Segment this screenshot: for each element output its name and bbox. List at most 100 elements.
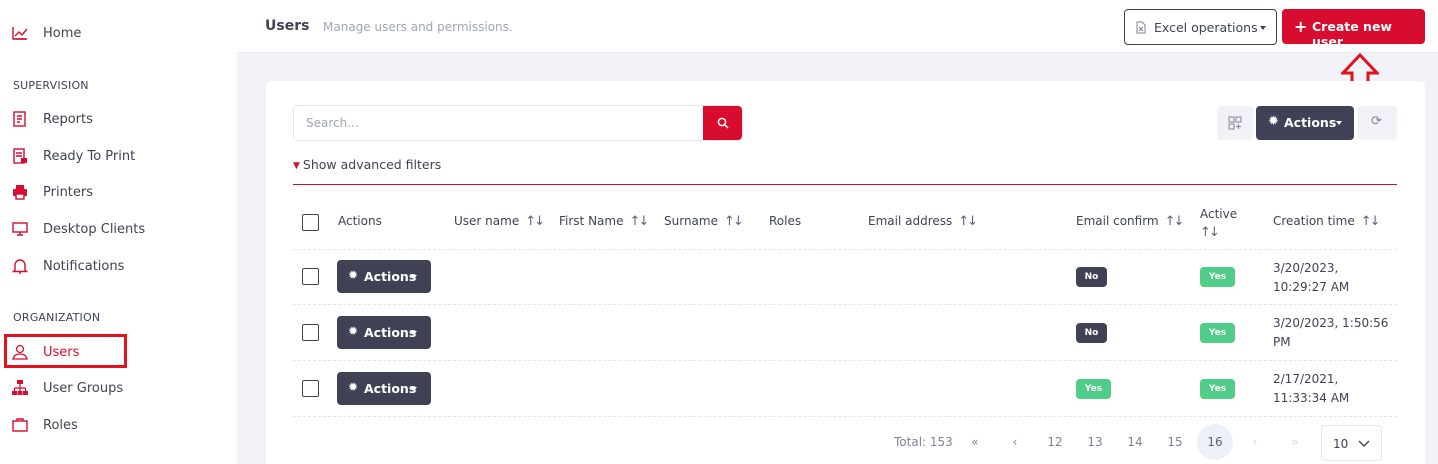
- column-header-roles: Roles: [769, 214, 801, 228]
- printer-icon: [13, 185, 27, 200]
- sort-icon: ↑↓: [1164, 214, 1185, 229]
- sidebar-item-desktop-clients[interactable]: Desktop Clients: [0, 213, 237, 245]
- bulk-actions-label: Actions: [1284, 115, 1337, 130]
- create-new-user-button[interactable]: + Create new user: [1282, 9, 1425, 49]
- active-badge: Yes: [1200, 379, 1235, 399]
- pagination-total: Total: 153: [894, 435, 953, 449]
- caret-down-icon: [1336, 121, 1342, 125]
- sort-icon: ↑↓: [958, 214, 978, 229]
- sidebar-item-label: Roles: [43, 417, 78, 433]
- chevron-down-icon: ▼: [293, 161, 300, 171]
- sidebar-item-home[interactable]: Home: [0, 17, 237, 49]
- divider: [293, 184, 1397, 185]
- sort-icon: ↑↓: [525, 214, 545, 229]
- row-actions-button[interactable]: ✹ Actions: [337, 260, 431, 293]
- gear-icon: ✹: [348, 324, 359, 338]
- column-header-actions: Actions: [338, 214, 382, 228]
- sidebar-item-label: Home: [43, 25, 82, 41]
- sidebar-item-label: Ready To Print: [43, 148, 136, 164]
- last-page-button[interactable]: »: [1277, 424, 1313, 460]
- caret-down-icon: [1260, 26, 1266, 30]
- sidebar-item-reports[interactable]: Reports: [0, 103, 237, 135]
- first-page-button[interactable]: «: [957, 424, 993, 460]
- column-header-creation-time[interactable]: Creation time ↑↓: [1273, 214, 1380, 229]
- column-header-label: Creation time: [1273, 214, 1355, 228]
- page-title: Users: [265, 18, 310, 34]
- page-button[interactable]: 12: [1037, 424, 1073, 460]
- report-icon: [13, 111, 26, 127]
- current-page-button[interactable]: 16: [1197, 424, 1233, 460]
- row-divider: [293, 304, 1397, 305]
- row-actions-label: Actions: [364, 381, 417, 396]
- sidebar-item-label: Printers: [43, 184, 94, 200]
- sidebar-item-notifications[interactable]: Notifications: [0, 250, 237, 282]
- creation-time-cell: 2/17/2021, 11:33:34 AM: [1273, 372, 1350, 405]
- search-button[interactable]: [703, 106, 742, 140]
- briefcase-icon: [12, 418, 28, 432]
- column-header-label: Email address: [868, 214, 953, 228]
- search-input[interactable]: [294, 106, 703, 140]
- bell-icon: [11, 259, 29, 274]
- column-header-label: Active: [1200, 207, 1238, 221]
- users-card: ▼Show advanced filters ✹ Actions ⟳ Actio…: [266, 81, 1425, 464]
- sort-icon: ↑↓: [629, 214, 649, 229]
- chart-line-icon: [12, 27, 28, 40]
- previous-page-button[interactable]: ‹: [997, 424, 1033, 460]
- advanced-filters-toggle[interactable]: ▼ Show advanced filters: [293, 157, 441, 172]
- email-confirm-badge: No: [1076, 267, 1107, 287]
- row-checkbox[interactable]: [302, 268, 319, 285]
- column-header-user-name[interactable]: User name ↑↓: [454, 214, 545, 229]
- sidebar-item-user-groups[interactable]: User Groups: [0, 372, 237, 404]
- row-actions-label: Actions: [364, 325, 417, 340]
- sidebar-item-roles[interactable]: Roles: [0, 409, 237, 441]
- select-all-checkbox[interactable]: [302, 214, 319, 231]
- column-header-label: Roles: [769, 214, 802, 228]
- bulk-actions-button[interactable]: ✹ Actions: [1256, 106, 1354, 140]
- sidebar-item-ready-to-print[interactable]: Ready To Print: [0, 140, 237, 172]
- document-print-icon: [13, 148, 27, 164]
- gear-icon: ✹: [348, 380, 359, 394]
- sidebar-item-label: Reports: [43, 111, 93, 127]
- advanced-filters-label: Show advanced filters: [302, 157, 442, 172]
- column-selector-button[interactable]: [1217, 106, 1253, 140]
- row-checkbox[interactable]: [302, 324, 319, 341]
- refresh-icon: ⟳: [1371, 114, 1382, 129]
- sort-icon: ↑↓: [723, 214, 744, 229]
- page-size-value: 10: [1333, 437, 1349, 451]
- monitor-icon: [12, 222, 28, 236]
- column-header-active[interactable]: Active ↑↓: [1200, 205, 1237, 242]
- excel-file-icon: [1136, 21, 1146, 34]
- search-icon: [717, 117, 729, 129]
- column-header-label: Actions: [338, 214, 382, 228]
- column-header-label: Email confirm: [1076, 214, 1159, 228]
- sidebar: Home SUPERVISION Reports Ready To Print …: [0, 0, 237, 464]
- row-actions-button[interactable]: ✹ Actions: [337, 316, 431, 349]
- row-divider: [293, 416, 1397, 417]
- column-header-surname[interactable]: Surname ↑↓: [664, 214, 744, 229]
- column-header-first-name[interactable]: First Name ↑↓: [559, 214, 649, 229]
- sidebar-item-label: User Groups: [43, 380, 124, 396]
- email-confirm-badge: Yes: [1076, 379, 1111, 399]
- email-confirm-badge: No: [1076, 323, 1107, 343]
- excel-operations-button[interactable]: Excel operations: [1124, 9, 1277, 45]
- page-header: Users Manage users and permissions. Exce…: [237, 0, 1438, 53]
- next-page-button[interactable]: ›: [1237, 424, 1273, 460]
- sort-icon: ↑↓: [1200, 225, 1220, 240]
- page-button[interactable]: 15: [1157, 424, 1193, 460]
- gear-icon: ✹: [1268, 114, 1279, 129]
- page-size-select[interactable]: 10: [1321, 425, 1382, 461]
- refresh-button[interactable]: ⟳: [1358, 106, 1397, 140]
- column-header-email-confirm[interactable]: Email confirm ↑↓: [1076, 214, 1185, 229]
- sidebar-item-printers[interactable]: Printers: [0, 176, 237, 208]
- column-header-label: First Name: [559, 214, 624, 228]
- grid-icon: [1228, 116, 1242, 130]
- sidebar-item-label: Desktop Clients: [43, 221, 146, 237]
- row-checkbox[interactable]: [302, 380, 319, 397]
- caret-down-icon: [411, 387, 417, 391]
- column-header-email-address[interactable]: Email address ↑↓: [868, 214, 978, 229]
- page-button[interactable]: 13: [1077, 424, 1113, 460]
- search-box: [293, 105, 743, 141]
- row-actions-button[interactable]: ✹ Actions: [337, 372, 431, 405]
- active-badge: Yes: [1200, 323, 1235, 343]
- page-button[interactable]: 14: [1117, 424, 1153, 460]
